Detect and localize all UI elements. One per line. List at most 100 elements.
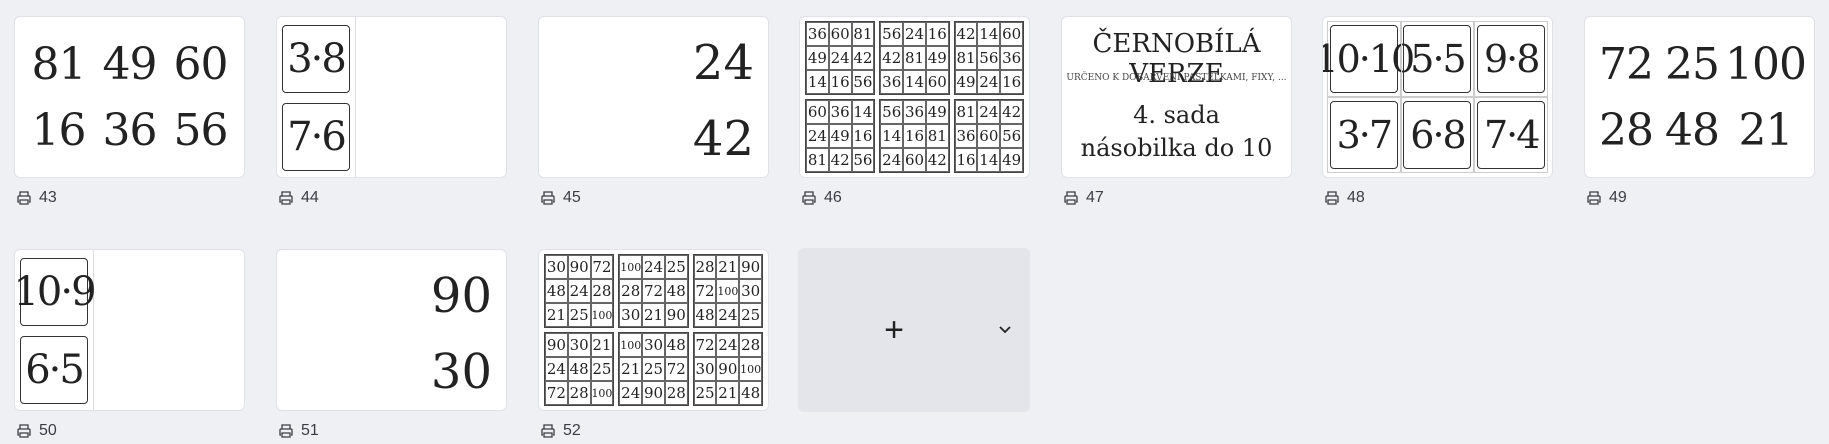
page-label: 51	[278, 421, 319, 441]
table-cell: 16	[828, 70, 852, 94]
page-tile-49[interactable]: 72 25 100 28 48 21 49	[1584, 16, 1815, 206]
number-cell: 42	[692, 111, 754, 167]
table-cell: 14	[806, 70, 829, 94]
table-cell: 21	[716, 381, 740, 405]
table-cell: 24	[567, 279, 591, 303]
page-tile-50[interactable]: 10·9 6·5 50	[14, 249, 245, 439]
table-cell: 14	[851, 100, 875, 124]
printer-icon	[1325, 191, 1339, 205]
table-cell: 81	[925, 124, 949, 148]
table-cell: 100	[590, 303, 614, 327]
page-thumbnail[interactable]: 10·10 5·5 9·8 3·7 6·8 7·4	[1322, 16, 1553, 178]
multiplication-card: 6·5	[20, 336, 88, 404]
page-label: 48	[1324, 188, 1365, 208]
page-number: 45	[563, 189, 581, 206]
table-cell: 100	[739, 357, 762, 381]
table-cell: 25	[567, 303, 591, 327]
page-number: 50	[39, 422, 57, 439]
page-tile-48[interactable]: 10·10 5·5 9·8 3·7 6·8 7·4 48	[1322, 16, 1553, 206]
page-tile-44[interactable]: 3·8 7·6 44	[276, 16, 507, 206]
multiplication-card: 7·4	[1477, 101, 1546, 169]
table-cell: 100	[716, 279, 740, 303]
table-cell: 28	[664, 381, 688, 405]
printer-icon	[541, 424, 555, 438]
table-cell: 16	[851, 124, 875, 148]
page-label: 49	[1586, 188, 1627, 208]
table-cell: 24	[977, 100, 1001, 124]
table-cell: 90	[716, 357, 740, 381]
page-tile-51[interactable]: 90 30 51	[276, 249, 507, 439]
page-thumbnail[interactable]: 72 25 100 28 48 21	[1584, 16, 1815, 178]
table-cell: 42	[1000, 100, 1023, 124]
page-thumbnail[interactable]: 3·8 7·6	[276, 16, 507, 178]
number-cell: 24	[692, 35, 754, 91]
number-cell: 21	[1738, 104, 1794, 156]
table-cell: 16	[954, 148, 978, 172]
mini-tables: 30 90 72 48 24 28 21 25 100 100 24 25 28 72 48 30 21 90 28…	[544, 254, 763, 406]
page-label: 47	[1063, 188, 1104, 208]
number-cell: 49	[102, 38, 158, 90]
cover-subtitle: URČENO K DOBARVENÍ PASTELKAMI, FIXY, ...	[1066, 73, 1287, 83]
table-cell: 30	[545, 255, 568, 279]
mini-table: 72 24 28 30 90 100 25 21 48	[692, 332, 763, 406]
table-cell: 30	[567, 333, 591, 357]
chevron-down-icon[interactable]	[994, 318, 1016, 340]
multiplication-card: 6·8	[1403, 101, 1472, 169]
table-cell: 36	[806, 22, 829, 46]
table-cell: 42	[925, 148, 949, 172]
number-cell: 30	[430, 344, 492, 400]
table-cell: 16	[1000, 70, 1023, 94]
add-page-button[interactable]: +	[874, 311, 914, 351]
table-cell: 28	[739, 333, 762, 357]
table-cell: 48	[693, 303, 717, 327]
table-cell: 49	[925, 46, 949, 70]
table-cell: 16	[925, 22, 949, 46]
table-cell: 24	[828, 46, 852, 70]
page-tile-47[interactable]: ČERNOBÍLÁ VERZE URČENO K DOBARVENÍ PASTE…	[1061, 16, 1292, 206]
add-page-tile[interactable]: +	[798, 248, 1030, 412]
table-cell: 25	[739, 303, 762, 327]
page-thumbnail[interactable]: 30 90 72 48 24 28 21 25 100 100 24 25 28 72 48 30 21 90 28…	[538, 249, 769, 411]
table-cell: 56	[851, 148, 875, 172]
table-cell: 21	[545, 303, 568, 327]
table-cell: 90	[545, 333, 568, 357]
number-cell: 81	[31, 38, 87, 90]
number-cell: 100	[1725, 38, 1807, 90]
page-number: 51	[301, 422, 319, 439]
table-cell: 49	[954, 70, 978, 94]
page-tile-45[interactable]: 24 42 45	[538, 16, 769, 206]
table-cell: 42	[954, 22, 978, 46]
page-tile-46[interactable]: 36 60 81 49 24 42 14 16 56 56 24 16 42 81 49 36 14 60 42 14…	[799, 16, 1030, 206]
table-cell: 36	[1000, 46, 1023, 70]
page-label: 46	[801, 188, 842, 208]
page-thumbnail[interactable]: 10·9 6·5	[14, 249, 245, 411]
page-thumbnail[interactable]: ČERNOBÍLÁ VERZE URČENO K DOBARVENÍ PASTE…	[1061, 16, 1292, 178]
mini-table: 36 60 81 49 24 42 14 16 56	[805, 21, 876, 95]
page-thumbnail[interactable]: 24 42	[538, 16, 769, 178]
number-cell: 56	[173, 104, 229, 156]
page-tile-43[interactable]: 81 49 60 16 36 56 43	[14, 16, 245, 206]
multiplication-grid: 10·10 5·5 9·8 3·7 6·8 7·4	[1323, 21, 1548, 173]
mini-table: 81 24 42 36 60 56 16 14 49	[953, 99, 1024, 173]
table-cell: 100	[619, 255, 643, 279]
page-tile-52[interactable]: 30 90 72 48 24 28 21 25 100 100 24 25 28 72 48 30 21 90 28…	[538, 249, 769, 439]
page-number: 49	[1609, 189, 1627, 206]
table-cell: 30	[739, 279, 762, 303]
printer-icon	[17, 424, 31, 438]
page-thumbnail[interactable]: 36 60 81 49 24 42 14 16 56 56 24 16 42 81 49 36 14 60 42 14…	[799, 16, 1030, 178]
multiplication-card: 3·7	[1329, 101, 1398, 169]
table-cell: 21	[590, 333, 614, 357]
printer-icon	[279, 424, 293, 438]
table-cell: 90	[642, 381, 665, 405]
page-number: 47	[1086, 189, 1104, 206]
table-cell: 28	[693, 255, 717, 279]
number-grid: 81 49 60 16 36 56	[23, 31, 236, 163]
printer-icon	[1587, 191, 1601, 205]
table-cell: 49	[806, 46, 829, 70]
page-thumbnail[interactable]: 90 30	[276, 249, 507, 411]
table-cell: 81	[954, 46, 978, 70]
mini-table: 100 24 25 28 72 48 30 21 90	[618, 254, 689, 328]
page-thumbnail[interactable]: 81 49 60 16 36 56	[14, 16, 245, 178]
page-number: 52	[563, 422, 581, 439]
table-cell: 49	[925, 100, 949, 124]
